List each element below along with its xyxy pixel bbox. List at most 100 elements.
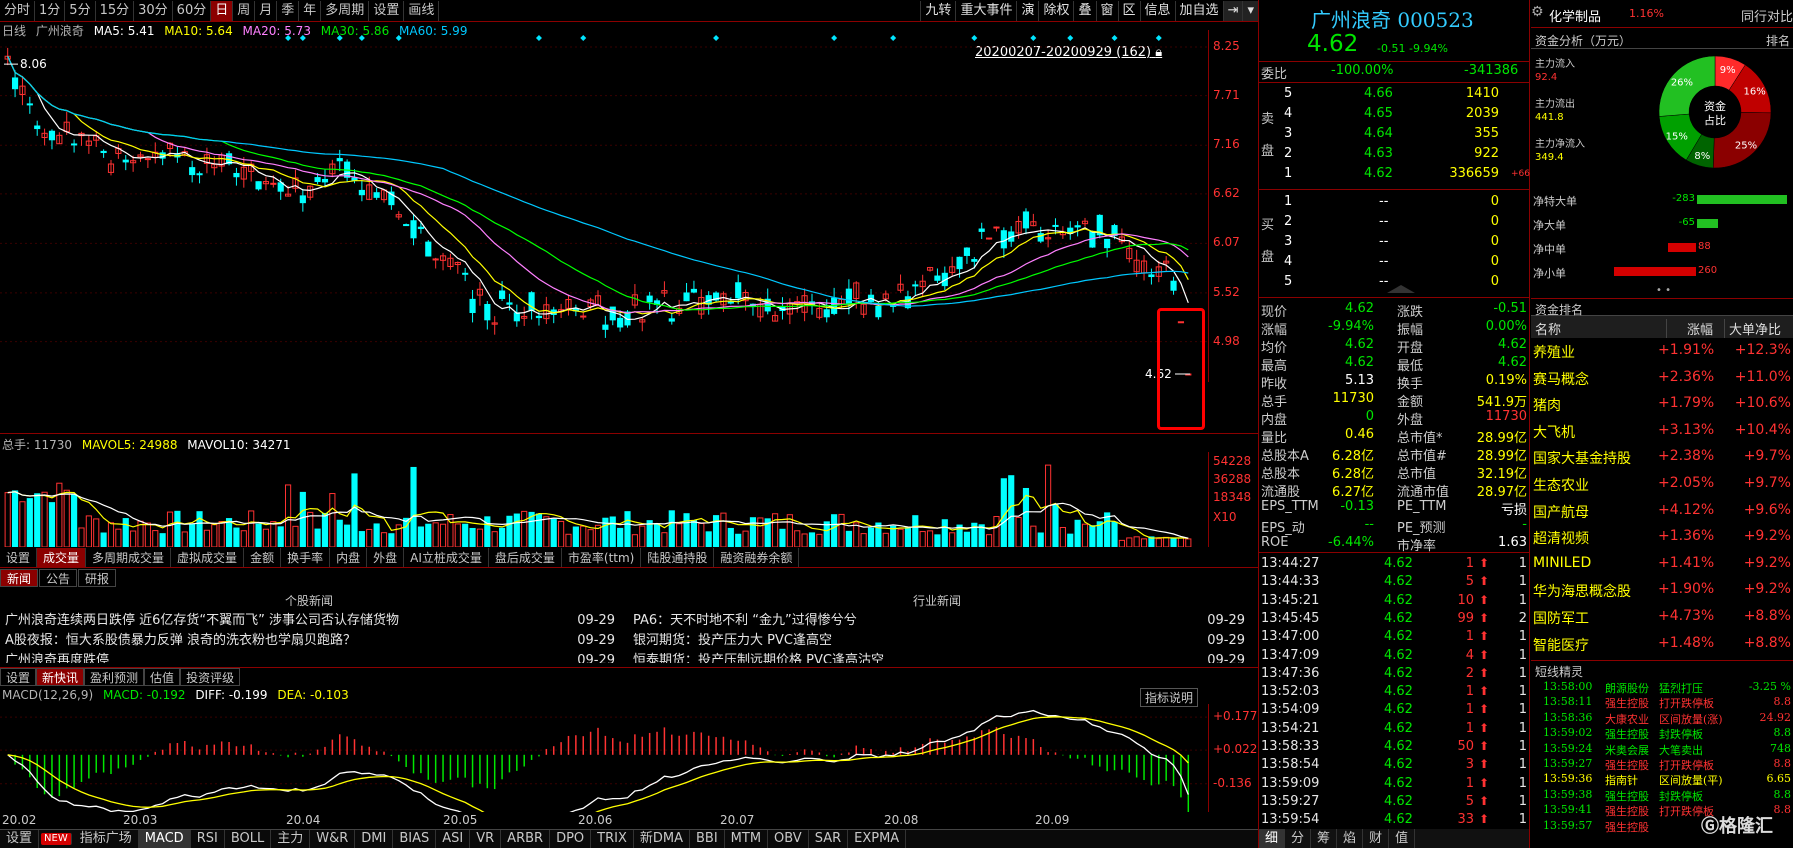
event-diamond[interactable] [299,35,306,41]
tool-4[interactable]: 叠 [1073,1,1095,21]
event-diamond[interactable] [358,35,365,41]
event-diamond[interactable] [1155,35,1162,41]
bottom-tab-15[interactable]: 新DMA [634,830,690,848]
bid-row[interactable]: 5 -- 0 [1259,274,1529,292]
period-10[interactable]: 年 [299,0,322,21]
tick-list[interactable]: 13:44:27 4.62 1 ⬆︎ 1 13:44:33 4.62 5 ⬆︎ 1 13:45:21… [1259,554,1529,828]
bottom-tab-5[interactable]: BOLL [225,830,272,848]
tool-3[interactable]: 除权 [1038,1,1073,21]
event-diamond[interactable] [831,35,838,41]
bottom-tab-16[interactable]: BBI [690,830,725,848]
bottom-tab-3[interactable]: MACD [138,830,191,848]
period-4[interactable]: 30分 [134,0,173,21]
chevron-down-icon[interactable]: ▾ [1242,1,1258,21]
indicator-tab-11[interactable]: 陆股通持股 [641,548,715,567]
trade-tab-1[interactable]: 分 [1285,829,1312,848]
kline-chart[interactable]: 8.064.62 [0,30,1208,382]
rank-row[interactable]: 国家大基金持股 +2.38% +9.7% [1531,444,1793,470]
period-11[interactable]: 多周期 [321,0,370,21]
tool-6[interactable]: 区 [1117,1,1140,21]
bottom-tab-18[interactable]: OBV [768,830,809,848]
period-13[interactable]: 画线 [404,0,440,21]
bottom-tab-14[interactable]: TRIX [591,830,634,848]
news-item[interactable]: 银河期货：投产压力大 PVC逢高空 09-29 [633,631,1245,651]
trade-tab-3[interactable]: 焰 [1337,829,1364,848]
gear-icon[interactable]: ⚙ [1531,4,1544,20]
period-2[interactable]: 5分 [65,0,96,21]
event-diamond[interactable] [285,35,292,41]
period-12[interactable]: 设置 [369,0,405,21]
news-tab-2[interactable]: 研报 [78,569,117,587]
ask-row[interactable]: 5 4.66 1410 [1259,86,1529,104]
news-item[interactable]: 恒泰期货：投产压制远期价格 PVC逢高沽空 09-29 [633,651,1245,663]
rank-row[interactable]: 超清视频 +1.36% +9.2% [1531,524,1793,550]
rank-link[interactable]: 排名 [1766,32,1790,49]
sub-tab-4[interactable]: 投资评级 [180,668,241,686]
bottom-tab-6[interactable]: 主力 [271,830,311,848]
indicator-tab-3[interactable]: 虚拟成交量 [171,548,245,567]
rank-row[interactable]: 养殖业 +1.91% +12.3% [1531,338,1793,364]
bottom-tab-10[interactable]: ASI [436,830,471,848]
rank-row[interactable]: 赛马概念 +2.36% +11.0% [1531,365,1793,391]
rank-row[interactable]: 国防军工 +4.73% +8.8% [1531,604,1793,630]
news-tab-0[interactable]: 新闻 [0,569,39,587]
period-0[interactable]: 分时 [0,0,36,21]
sector-name[interactable]: 化学制品 [1549,6,1601,25]
bottom-tab-20[interactable]: EXPMA [848,830,907,848]
indicator-tab-9[interactable]: 盘后成交量 [489,548,562,567]
fund-donut-chart[interactable]: 9% 16% 25% 8% 15% 26% 资金占比 [1657,54,1773,170]
trade-tab-0[interactable]: 细 [1259,829,1286,848]
news-item[interactable]: PA6：天不时地不利 “金九”过得惨兮兮 09-29 [633,611,1245,631]
indicator-tab-0[interactable]: 设置 [0,548,38,567]
tool-5[interactable]: 窗 [1095,1,1118,21]
tool-1[interactable]: 重大事件 [955,1,1016,21]
rank-row[interactable]: 国产航母 +4.12% +9.6% [1531,498,1793,524]
ask-row[interactable]: 1 4.62 336659 +66 [1259,166,1530,184]
event-diamond[interactable] [395,35,402,41]
volume-chart[interactable] [0,452,1208,547]
bottom-tab-9[interactable]: BIAS [393,830,437,848]
indicator-tab-2[interactable]: 多周期成交量 [86,548,172,567]
event-diamond[interactable] [890,35,897,41]
tool-7[interactable]: 信息 [1139,1,1175,21]
bottom-tab-4[interactable]: RSI [191,830,225,848]
exit-icon[interactable]: ⇥ [1222,1,1243,21]
bottom-tab-0[interactable]: 设置 [0,830,40,848]
bid-row[interactable]: 3 -- 0 [1259,234,1529,252]
indicator-tab-7[interactable]: 外盘 [367,548,405,567]
indicator-tab-6[interactable]: 内盘 [330,548,368,567]
bottom-tab-17[interactable]: MTM [725,830,769,848]
page-dots[interactable]: • • [1656,285,1671,296]
indicator-tab-4[interactable]: 金额 [244,548,282,567]
event-diamond[interactable] [336,35,343,41]
news-item[interactable]: A股夜报：恒大系股债暴力反弹 浪奇的洗衣粉也学扇贝跑路？ 09-29 [5,631,615,651]
tool-8[interactable]: 加自选 [1174,1,1223,21]
peer-compare-link[interactable]: 同行对比 [1741,6,1793,25]
rank-row[interactable]: MINILED +1.41% +9.2% [1531,551,1793,577]
indicator-tab-8[interactable]: AI立桩成交量 [404,548,489,567]
event-diamond[interactable] [1030,35,1037,41]
bottom-tab-11[interactable]: VR [470,830,502,848]
news-item[interactable]: 广州浪奇连续两日跌停 近6亿存货“不翼而飞” 涉事公司否认存储货物 09-29 [5,611,615,631]
period-1[interactable]: 1分 [35,0,66,21]
bottom-tab-19[interactable]: SAR [809,830,849,848]
indicator-tab-10[interactable]: 市盈率(ttm) [562,548,642,567]
bottom-tab-2[interactable]: 指标广场 [74,830,139,848]
tool-0[interactable]: 九转 [920,1,955,21]
news-tab-1[interactable]: 公告 [39,569,78,587]
rank-row[interactable]: 华为海思概念股 +1.90% +9.2% [1531,577,1793,603]
event-diamond[interactable] [713,35,720,41]
period-5[interactable]: 60分 [173,0,212,21]
rank-row[interactable]: 大飞机 +3.13% +10.4% [1531,418,1793,444]
rank-row[interactable]: 智能医疗 +1.48% +8.8% [1531,631,1793,654]
indicator-tab-1[interactable]: 成交量 [37,548,87,567]
period-8[interactable]: 月 [255,0,278,21]
bid-row[interactable]: 4 -- 0 [1259,254,1529,272]
trade-tab-4[interactable]: 财 [1363,829,1390,848]
sub-tab-2[interactable]: 盈利预测 [84,668,145,686]
rank-row[interactable]: 生态农业 +2.05% +9.7% [1531,471,1793,497]
period-9[interactable]: 季 [277,0,300,21]
news-item[interactable]: 广州浪奇再度跌停 09-29 [5,651,615,663]
bid-row[interactable]: 1 -- 0 [1259,194,1529,212]
event-diamond[interactable] [1111,35,1118,41]
